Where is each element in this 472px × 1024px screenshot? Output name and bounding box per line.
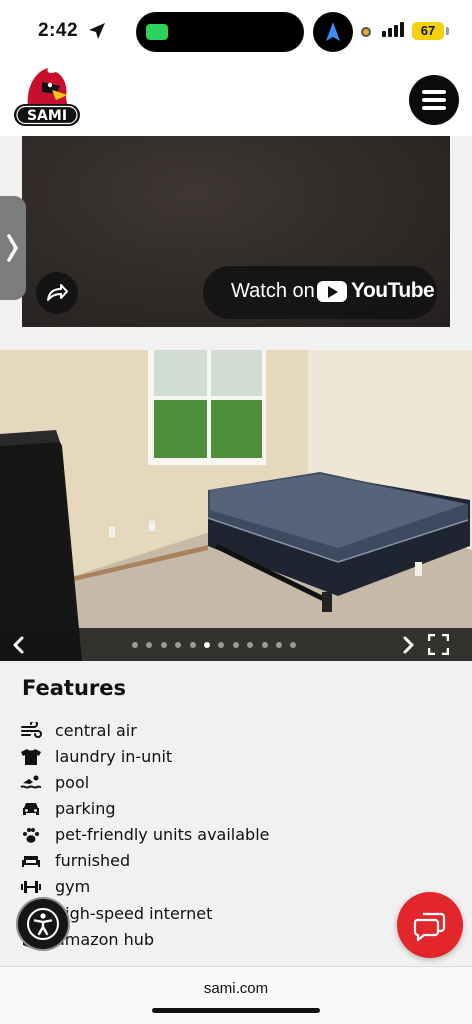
battery-icon: 67 [412, 22, 444, 40]
feature-label: laundry in-unit [55, 747, 173, 766]
chevron-right-icon [7, 234, 18, 262]
side-drawer-tab[interactable] [0, 196, 26, 300]
feature-item: pet-friendly units available [20, 824, 400, 846]
sami-logo[interactable]: SAMI [12, 64, 82, 130]
feature-label: amazon hub [55, 930, 155, 949]
pagination-dot[interactable] [276, 642, 282, 648]
feature-label: gym [55, 877, 91, 896]
fan-icon [21, 722, 42, 738]
watch-on-youtube-button[interactable]: Watch on YouTube [203, 266, 437, 319]
feature-label: furnished [55, 851, 131, 870]
home-indicator[interactable] [152, 1008, 320, 1013]
feature-label: high-speed internet [55, 904, 213, 923]
pagination-dot[interactable] [175, 642, 182, 648]
dynamic-island [136, 12, 304, 52]
pagination-dot[interactable] [218, 642, 225, 648]
feature-item: amazon hub [20, 929, 400, 951]
chevron-left-icon[interactable] [10, 636, 28, 654]
pagination-dot[interactable] [261, 642, 268, 648]
couch-icon [22, 856, 40, 867]
feature-item: central air [20, 720, 400, 742]
status-bar: 2:42 67 [0, 0, 472, 64]
paw-icon [23, 828, 39, 843]
hamburger-menu-button[interactable] [409, 75, 459, 125]
pagination-dot[interactable] [132, 642, 138, 648]
video-player[interactable]: Watch on YouTube [22, 136, 450, 327]
listing-photo[interactable] [0, 350, 472, 661]
browser-address-bar[interactable]: sami.com [0, 966, 472, 1024]
watch-on-label: Watch on [231, 280, 315, 302]
navigation-icon [313, 12, 353, 52]
status-time: 2:42 [38, 20, 79, 41]
share-icon [47, 284, 68, 301]
share-button[interactable] [36, 272, 78, 314]
mic-indicator [361, 27, 371, 37]
feature-item: laundry in-unit [20, 746, 400, 768]
shirt-icon [21, 749, 41, 765]
gallery-controls [0, 628, 472, 661]
pagination-dot[interactable] [247, 642, 254, 648]
pagination-dot[interactable] [290, 642, 297, 648]
swimmer-icon [20, 775, 42, 789]
chat-button[interactable] [397, 892, 463, 958]
chat-icon [413, 912, 446, 942]
chevron-right-icon[interactable] [399, 636, 417, 654]
feature-item: furnished [20, 850, 400, 872]
pagination-dot[interactable] [160, 642, 167, 648]
feature-item: high-speed internet [20, 903, 400, 925]
feature-label: parking [55, 799, 116, 818]
car-icon [23, 803, 39, 815]
feature-label: pool [55, 773, 90, 792]
youtube-play-icon [317, 281, 347, 302]
accessibility-icon [27, 908, 59, 940]
youtube-label: YouTube [351, 279, 435, 302]
url-text[interactable]: sami.com [0, 980, 472, 997]
facetime-icon [146, 24, 168, 40]
fullscreen-icon[interactable] [428, 634, 449, 655]
pagination-dot[interactable] [189, 642, 196, 648]
pagination-dot[interactable] [232, 642, 239, 648]
accessibility-button[interactable] [16, 897, 70, 951]
location-arrow-icon [89, 23, 105, 39]
battery-tip [446, 27, 449, 35]
site-header: SAMI [0, 64, 472, 136]
feature-item: pool [20, 772, 400, 794]
feature-item: parking [20, 798, 400, 820]
feature-label: pet-friendly units available [55, 825, 270, 844]
features-heading: Features [22, 676, 126, 700]
svg-text:SAMI: SAMI [27, 108, 67, 124]
dumbbell-icon [21, 881, 41, 893]
pagination-dot[interactable] [146, 642, 153, 648]
bedroom-image [0, 350, 472, 661]
feature-label: central air [55, 721, 137, 740]
cellular-signal-icon [382, 22, 404, 37]
pagination-dot[interactable] [204, 642, 210, 648]
feature-item: gym [20, 876, 400, 898]
